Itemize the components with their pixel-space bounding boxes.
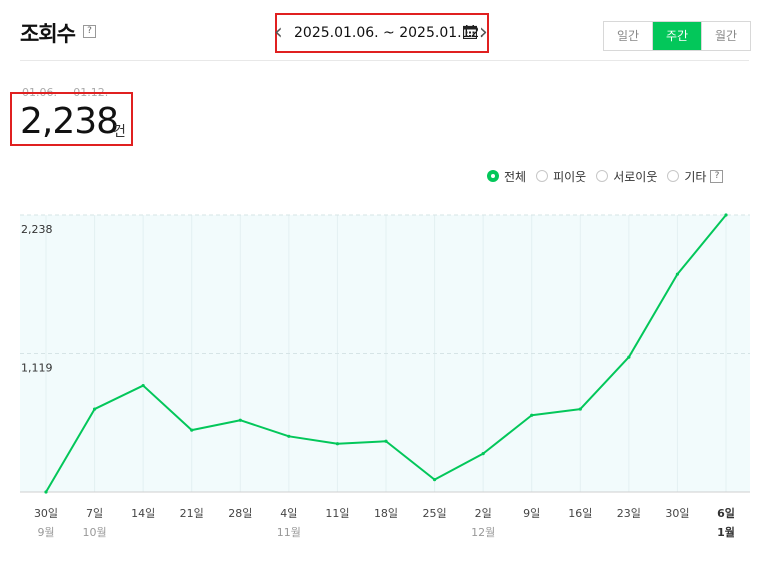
data-point <box>92 407 97 411</box>
x-tick-label: 18일 <box>374 506 398 520</box>
x-tick-label: 7일 <box>86 506 103 520</box>
data-point <box>238 418 242 422</box>
x-tick-label: 23일 <box>617 506 641 520</box>
x-tick-label: 30일 <box>34 506 58 520</box>
data-point <box>190 428 194 432</box>
data-point <box>481 452 485 456</box>
x-tick-label: 6일 <box>717 506 735 520</box>
x-tick-label: 16일 <box>568 506 592 520</box>
views-line-chart: 1,119 2,238 30일 9월 7일 10월 14일 21일 28일 4일 11월 11일 18일… <box>20 213 750 539</box>
x-tick-label: 30일 <box>665 506 689 520</box>
data-point <box>432 478 437 482</box>
x-month-label: 12월 <box>471 526 495 539</box>
data-point <box>335 442 340 446</box>
x-month-label: 9월 <box>37 526 54 539</box>
data-point <box>724 213 728 217</box>
x-month-label: 11월 <box>277 526 301 539</box>
x-tick-label: 11일 <box>325 506 349 520</box>
x-tick-label: 2일 <box>475 506 492 520</box>
y-tick-label: 1,119 <box>21 362 53 375</box>
x-month-label: 10월 <box>83 526 107 539</box>
x-tick-label: 9일 <box>523 506 540 520</box>
data-point <box>287 434 291 438</box>
x-tick-label: 14일 <box>131 506 155 520</box>
x-tick-label: 4일 <box>280 506 297 520</box>
data-point <box>530 413 534 417</box>
y-tick-label: 2,238 <box>21 223 53 236</box>
x-tick-label: 28일 <box>228 506 252 520</box>
x-tick-label: 25일 <box>423 506 447 520</box>
data-point <box>578 407 582 411</box>
data-point <box>384 439 388 443</box>
data-point <box>44 490 48 494</box>
data-point <box>675 272 680 276</box>
data-point <box>627 355 631 359</box>
x-tick-label: 21일 <box>180 506 204 520</box>
data-point <box>141 383 145 388</box>
x-month-label: 1월 <box>717 525 735 539</box>
